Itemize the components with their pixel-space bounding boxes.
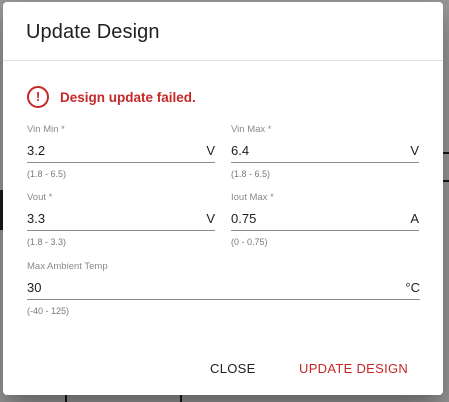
close-button[interactable]: CLOSE (202, 357, 264, 380)
backdrop-line (65, 395, 67, 402)
exclamation-circle-icon: ! (27, 86, 49, 108)
vin-min-input[interactable]: 3.2 V (27, 140, 215, 163)
iout-max-value[interactable]: 0.75 (231, 208, 410, 230)
max-ambient-temp-label: Max Ambient Temp (27, 261, 108, 272)
update-design-dialog: Update Design ! Design update failed. Vi… (3, 2, 443, 395)
backdrop-line (180, 395, 182, 402)
error-banner: ! Design update failed. (27, 86, 196, 108)
max-ambient-temp-unit: °C (405, 280, 420, 295)
iout-max-hint: (0 - 0.75) (231, 237, 268, 247)
vout-label: Vout * (27, 192, 53, 203)
vout-unit: V (206, 211, 215, 226)
vin-min-value[interactable]: 3.2 (27, 140, 206, 162)
max-ambient-temp-field[interactable]: Max Ambient Temp 30 °C (-40 - 125) (27, 261, 420, 317)
vin-min-unit: V (206, 143, 215, 158)
backdrop-line (443, 180, 449, 182)
vin-min-hint: (1.8 - 6.5) (27, 169, 67, 179)
vin-max-input[interactable]: 6.4 V (231, 140, 419, 163)
backdrop-line (443, 152, 449, 154)
vin-min-label: Vin Min * (27, 124, 65, 135)
title-divider (3, 60, 443, 61)
max-ambient-temp-value[interactable]: 30 (27, 277, 405, 299)
error-message: Design update failed. (60, 89, 196, 105)
iout-max-unit: A (410, 211, 419, 226)
iout-max-input[interactable]: 0.75 A (231, 208, 419, 231)
vin-max-field[interactable]: Vin Max * 6.4 V (1.8 - 6.5) (231, 124, 419, 180)
iout-max-label: Iout Max * (231, 192, 274, 203)
vout-value[interactable]: 3.3 (27, 208, 206, 230)
dialog-title: Update Design (26, 21, 160, 43)
vin-max-hint: (1.8 - 6.5) (231, 169, 271, 179)
max-ambient-temp-hint: (-40 - 125) (27, 306, 70, 316)
max-ambient-temp-input[interactable]: 30 °C (27, 277, 420, 300)
vin-max-value[interactable]: 6.4 (231, 140, 410, 162)
vin-min-field[interactable]: Vin Min * 3.2 V (1.8 - 6.5) (27, 124, 215, 180)
vout-input[interactable]: 3.3 V (27, 208, 215, 231)
update-design-button[interactable]: UPDATE DESIGN (291, 357, 416, 380)
vin-max-unit: V (410, 143, 419, 158)
iout-max-field[interactable]: Iout Max * 0.75 A (0 - 0.75) (231, 192, 419, 248)
vout-field[interactable]: Vout * 3.3 V (1.8 - 3.3) (27, 192, 215, 248)
vout-hint: (1.8 - 3.3) (27, 237, 67, 247)
vin-max-label: Vin Max * (231, 124, 272, 135)
